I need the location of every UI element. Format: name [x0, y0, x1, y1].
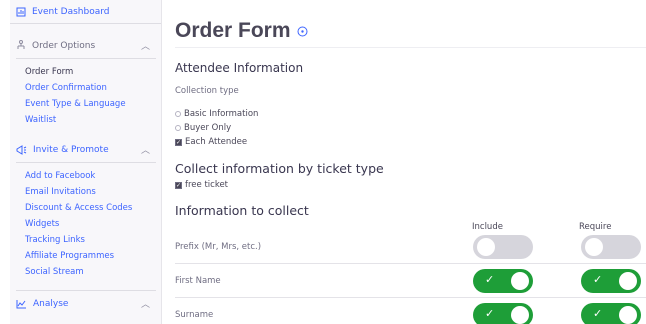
sidebar-item-label: Event Dashboard	[32, 6, 110, 17]
megaphone-icon	[16, 144, 27, 155]
sidebar: Event Dashboard Order Options ︿ Order Fo…	[10, 0, 162, 324]
chevron-up-icon: ︿	[140, 146, 150, 156]
sidebar-link-order-form[interactable]: Order Form	[25, 64, 126, 80]
sidebar-item-event-dashboard[interactable]: Event Dashboard	[10, 0, 161, 24]
toggle-knob	[619, 306, 637, 324]
order-options-links: Order Form Order Confirmation Event Type…	[25, 64, 126, 128]
radio-label: Each Attendee	[185, 137, 248, 147]
page-title: Order Form	[175, 19, 291, 42]
chart-icon	[16, 299, 27, 309]
info-to-collect-heading: Information to collect	[175, 203, 309, 218]
collection-type-label: Collection type	[175, 86, 239, 96]
toggle-knob	[477, 238, 495, 256]
field-label: Surname	[175, 310, 214, 320]
toggle-knob	[585, 238, 603, 256]
sidebar-link-event-type-language[interactable]: Event Type & Language	[25, 96, 126, 112]
radio-label: Buyer Only	[184, 123, 232, 133]
radio-label: Basic Information	[184, 109, 259, 119]
sitemap-icon	[16, 40, 26, 51]
dashboard-icon	[16, 7, 26, 17]
include-toggle[interactable]: ✓	[473, 303, 533, 324]
sidebar-link-waitlist[interactable]: Waitlist	[25, 112, 126, 128]
field-row-prefix: Prefix (Mr, Mrs, etc.)	[175, 230, 646, 264]
radio-buyer-only[interactable]: Buyer Only	[175, 123, 231, 133]
chevron-up-icon: ︿	[140, 300, 150, 310]
info-icon[interactable]	[297, 26, 308, 37]
field-label: First Name	[175, 276, 221, 286]
sidebar-section-label: Invite & Promote	[33, 144, 109, 155]
sidebar-section-invite-promote[interactable]: Invite & Promote ︿	[16, 137, 156, 163]
invite-promote-links: Add to Facebook Email Invitations Discou…	[25, 168, 132, 280]
sidebar-section-order-options[interactable]: Order Options ︿	[16, 33, 156, 59]
check-icon: ✓	[593, 307, 603, 320]
toggle-knob	[511, 272, 529, 290]
checkbox[interactable]: ✓	[175, 181, 182, 189]
checked-box[interactable]: ✓	[175, 138, 182, 146]
sidebar-link-add-to-facebook[interactable]: Add to Facebook	[25, 168, 132, 184]
main-content: Order Form Attendee Information Collecti…	[175, 0, 646, 324]
check-icon: ✓	[593, 273, 603, 286]
sidebar-link-tracking-links[interactable]: Tracking Links	[25, 232, 132, 248]
require-toggle[interactable]: ✓	[581, 303, 641, 324]
divider	[175, 47, 646, 48]
chevron-up-icon: ︿	[140, 42, 150, 52]
sidebar-section-analyse[interactable]: Analyse ︿	[16, 290, 156, 316]
sidebar-link-affiliate-programmes[interactable]: Affiliate Programmes	[25, 248, 132, 264]
require-toggle[interactable]: ✓	[581, 269, 641, 293]
radio-button[interactable]	[175, 125, 181, 131]
sidebar-link-widgets[interactable]: Widgets	[25, 216, 132, 232]
toggle-knob	[619, 272, 637, 290]
sidebar-link-social-stream[interactable]: Social Stream	[25, 264, 132, 280]
field-row-first-name: First Name ✓ ✓	[175, 264, 646, 298]
sidebar-section-label: Analyse	[33, 298, 69, 309]
sidebar-section-label: Order Options	[32, 40, 96, 51]
include-toggle[interactable]: ✓	[473, 269, 533, 293]
include-toggle[interactable]	[473, 235, 533, 259]
radio-each-attendee[interactable]: ✓ Each Attendee	[175, 137, 247, 147]
field-label: Prefix (Mr, Mrs, etc.)	[175, 242, 262, 252]
check-icon: ✓	[485, 307, 495, 320]
check-icon: ✓	[485, 273, 495, 286]
checkbox-label: free ticket	[185, 180, 229, 190]
sidebar-link-discount-access-codes[interactable]: Discount & Access Codes	[25, 200, 132, 216]
toggle-knob	[511, 306, 529, 324]
page-header: Order Form	[175, 19, 308, 43]
require-toggle[interactable]	[581, 235, 641, 259]
radio-basic-information[interactable]: Basic Information	[175, 109, 258, 119]
ticket-checkbox-free-ticket[interactable]: ✓ free ticket	[175, 180, 228, 190]
sidebar-link-order-confirmation[interactable]: Order Confirmation	[25, 80, 126, 96]
ticket-type-heading: Collect information by ticket type	[175, 161, 384, 176]
radio-button[interactable]	[175, 111, 181, 117]
attendee-info-heading: Attendee Information	[175, 61, 304, 75]
field-row-surname: Surname ✓ ✓	[175, 298, 646, 324]
sidebar-link-email-invitations[interactable]: Email Invitations	[25, 184, 132, 200]
